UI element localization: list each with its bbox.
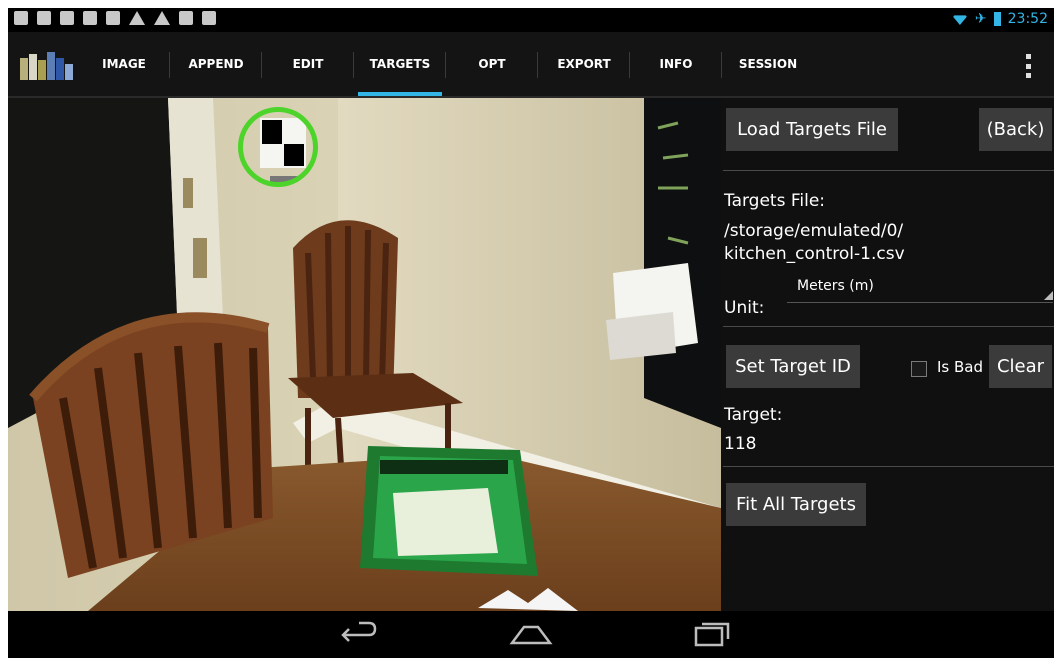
tab-label: EXPORT xyxy=(557,57,611,71)
unit-label: Unit: xyxy=(724,298,765,318)
tab-label: OPT xyxy=(478,57,506,71)
tab-opt[interactable]: OPT xyxy=(446,32,538,96)
tab-targets[interactable]: TARGETS xyxy=(354,32,446,96)
tab-image[interactable]: IMAGE xyxy=(78,32,170,96)
unit-selected-value: Meters (m) xyxy=(797,278,874,294)
tab-session[interactable]: SESSION xyxy=(722,32,814,96)
download-icon xyxy=(202,11,216,25)
tab-export[interactable]: EXPORT xyxy=(538,32,630,96)
fit-all-targets-button[interactable]: Fit All Targets xyxy=(726,483,866,526)
divider xyxy=(723,170,1054,171)
download-icon xyxy=(179,11,193,25)
image-icon xyxy=(37,11,51,25)
set-target-id-button[interactable]: Set Target ID xyxy=(726,345,860,388)
overflow-menu-icon[interactable] xyxy=(1026,54,1032,78)
photo-icon xyxy=(106,11,120,25)
divider xyxy=(723,466,1054,467)
targets-file-path-line-1: /storage/emulated/0/ xyxy=(724,221,904,241)
battery-icon xyxy=(993,12,1001,26)
airplane-mode-icon: ✈ xyxy=(974,11,987,27)
tab-edit[interactable]: EDIT xyxy=(262,32,354,96)
warning-icon xyxy=(154,11,170,25)
tab-label: APPEND xyxy=(188,57,244,71)
clipboard-icon xyxy=(60,11,74,25)
app-logo-icon xyxy=(20,52,74,82)
target-label: Target: xyxy=(724,405,783,425)
dropdown-caret-icon xyxy=(1044,291,1053,300)
navigation-bar xyxy=(8,611,1054,658)
recents-icon[interactable] xyxy=(688,619,734,649)
target-id-value: 118 xyxy=(724,434,757,454)
load-targets-file-button[interactable]: Load Targets File xyxy=(726,108,898,151)
targets-panel: Load Targets File (Back) Targets File: /… xyxy=(721,98,1054,611)
kitchen-photo xyxy=(8,98,721,611)
wifi-icon xyxy=(951,15,968,25)
status-bar: ✈ 23:52 xyxy=(8,8,1054,32)
tab-info[interactable]: INFO xyxy=(630,32,722,96)
home-icon[interactable] xyxy=(508,619,554,649)
tab-label: INFO xyxy=(659,57,693,71)
selected-target-marker[interactable] xyxy=(238,107,318,187)
is-bad-checkbox[interactable] xyxy=(911,361,927,377)
tab-label: IMAGE xyxy=(102,57,146,71)
camera-view[interactable] xyxy=(8,98,721,611)
status-time: 23:52 xyxy=(1007,11,1048,27)
tab-label: SESSION xyxy=(738,57,798,71)
is-bad-label: Is Bad xyxy=(937,358,984,376)
app-icon xyxy=(14,11,28,25)
targets-file-path-line-2: kitchen_control-1.csv xyxy=(724,244,905,264)
clear-button[interactable]: Clear xyxy=(989,345,1052,388)
action-bar: IMAGE APPEND EDIT TARGETS OPT EXPORT INF… xyxy=(8,32,1054,98)
tab-bar: IMAGE APPEND EDIT TARGETS OPT EXPORT INF… xyxy=(78,32,814,96)
status-icons: ✈ 23:52 xyxy=(951,11,1048,27)
back-icon[interactable] xyxy=(333,619,379,649)
tab-append[interactable]: APPEND xyxy=(170,32,262,96)
targets-file-label: Targets File: xyxy=(724,191,826,211)
tab-label: TARGETS xyxy=(369,57,431,71)
usb-icon xyxy=(83,11,97,25)
unit-dropdown[interactable]: Meters (m) xyxy=(787,278,1053,303)
tab-label: EDIT xyxy=(292,57,324,71)
tablet-screen: ✈ 23:52 IMAGE APPEND EDIT TARGETS OPT EX… xyxy=(8,8,1054,658)
divider xyxy=(723,326,1054,327)
back-button[interactable]: (Back) xyxy=(979,108,1052,151)
warning-icon xyxy=(129,11,145,25)
notification-icons xyxy=(14,11,216,25)
